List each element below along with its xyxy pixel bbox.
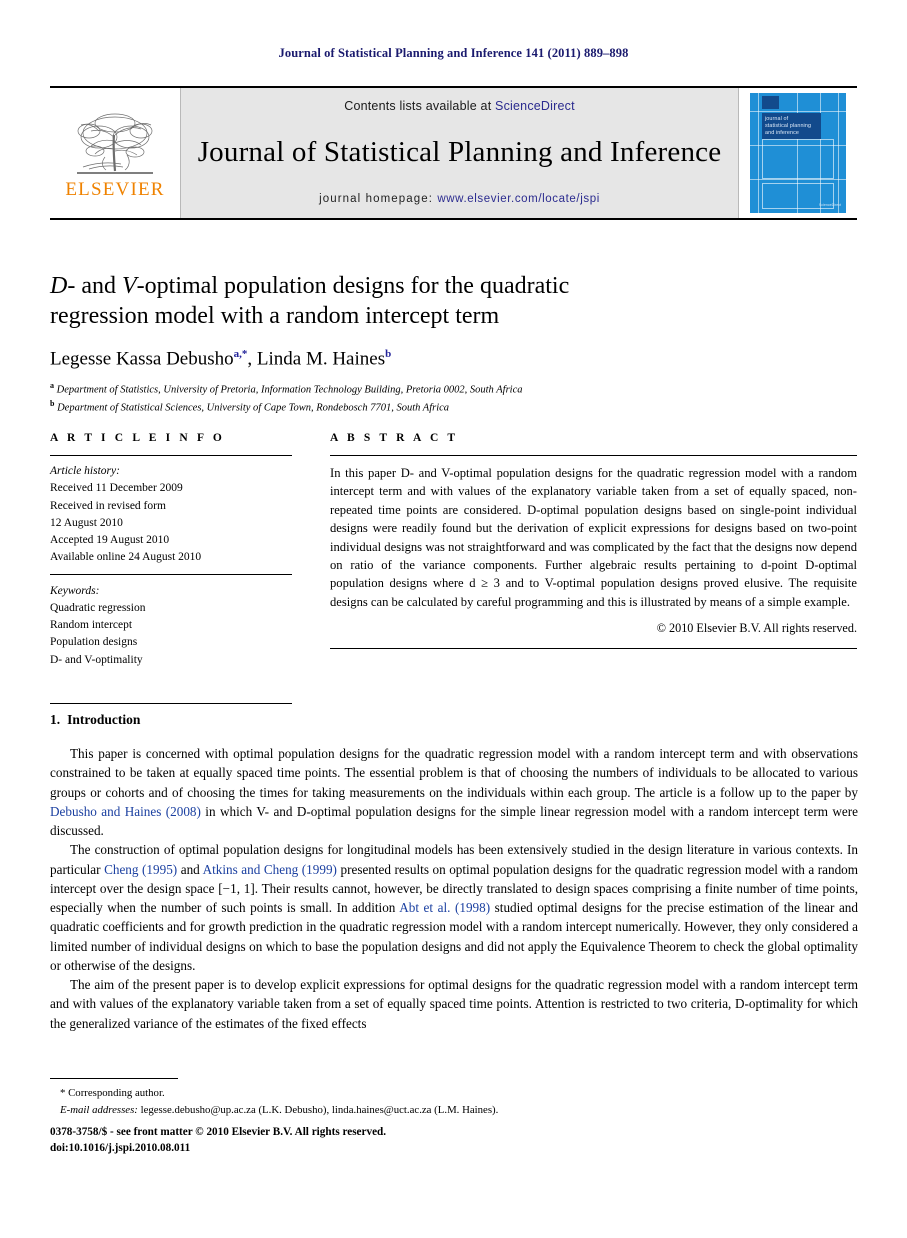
introduction-number: 1. bbox=[50, 712, 61, 727]
contents-prefix-text: Contents lists available at bbox=[344, 99, 496, 113]
abstract-column: A B S T R A C T In this paper D- and V-o… bbox=[330, 432, 857, 704]
title-segment-2: -optimal population designs for the quad… bbox=[136, 273, 570, 299]
keyword-item: Population designs bbox=[50, 636, 138, 649]
abstract-heading: A B S T R A C T bbox=[330, 432, 459, 444]
article-info-bottom-rule bbox=[50, 702, 292, 704]
author-name-1[interactable]: Legesse Kassa Debusho bbox=[50, 348, 234, 369]
journal-cover-art: journal of statistical planning and infe… bbox=[750, 93, 846, 213]
masthead-center-panel: Contents lists available at ScienceDirec… bbox=[181, 88, 738, 218]
affiliation-mark-b: b bbox=[50, 399, 55, 409]
article-history-item: Received in revised form bbox=[50, 499, 166, 512]
keyword-item: D- and V-optimality bbox=[50, 653, 143, 666]
article-history: Article history: Received 11 December 20… bbox=[50, 456, 292, 574]
journal-masthead: ELSEVIER Contents lists available at Sci… bbox=[50, 86, 857, 220]
affiliation-list: a Department of Statistics, University o… bbox=[50, 380, 750, 417]
citation-debusho-haines-2008[interactable]: Debusho and Haines (2008) bbox=[50, 804, 201, 819]
introduction-paragraph-3: The aim of the present paper is to devel… bbox=[50, 977, 858, 1031]
article-info-column: A R T I C L E I N F O Article history: R… bbox=[50, 432, 292, 704]
title-italic-d: D bbox=[50, 273, 68, 299]
affiliation-item: b Department of Statistical Sciences, Un… bbox=[50, 398, 750, 416]
email-addresses-text[interactable]: legesse.debusho@up.ac.za (L.K. Debusho),… bbox=[138, 1104, 499, 1116]
journal-homepage-link[interactable]: www.elsevier.com/locate/jspi bbox=[437, 193, 600, 205]
article-history-item: Received 11 December 2009 bbox=[50, 482, 183, 495]
citation-atkins-cheng-1999[interactable]: Atkins and Cheng (1999) bbox=[203, 862, 337, 877]
abstract-text: In this paper D- and V-optimal populatio… bbox=[330, 466, 857, 609]
elsevier-logo: ELSEVIER bbox=[50, 88, 181, 218]
affiliation-mark-a: a bbox=[50, 380, 54, 390]
issn-copyright-line: 0378-3758/$ - see front matter © 2010 El… bbox=[50, 1126, 387, 1138]
title-block: D- and V-optimal population designs for … bbox=[50, 272, 750, 416]
author-name-2[interactable]: Linda M. Haines bbox=[257, 348, 385, 369]
abstract-bottom-rule bbox=[330, 648, 857, 649]
author-separator: , bbox=[247, 347, 257, 369]
homepage-prefix-text: journal homepage: bbox=[319, 192, 438, 205]
affiliation-text-b: Department of Statistical Sciences, Univ… bbox=[57, 402, 450, 414]
introduction-paragraph-1: This paper is concerned with optimal pop… bbox=[50, 744, 858, 840]
info-abstract-section: A R T I C L E I N F O Article history: R… bbox=[50, 432, 857, 704]
elsevier-tree-icon bbox=[69, 107, 161, 179]
cover-title-line3: and inference bbox=[765, 130, 799, 137]
author-mark-1: a,* bbox=[233, 347, 248, 360]
footnote-rule bbox=[50, 1078, 178, 1079]
keyword-item: Quadratic regression bbox=[50, 601, 146, 614]
author-mark-2: b bbox=[385, 347, 392, 360]
introduction-section: 1. Introduction This paper is concerned w… bbox=[50, 712, 858, 1033]
introduction-paragraph-2: The construction of optimal population d… bbox=[50, 840, 858, 975]
affiliation-item: a Department of Statistics, University o… bbox=[50, 380, 750, 398]
email-addresses-label: E-mail addresses: bbox=[60, 1103, 138, 1116]
article-history-item: Available online 24 August 2010 bbox=[50, 551, 202, 564]
keywords-block: Keywords: Quadratic regression Random in… bbox=[50, 575, 292, 669]
journal-homepage-line: journal homepage: www.elsevier.com/locat… bbox=[319, 193, 600, 205]
title-segment-1: - and bbox=[67, 273, 122, 299]
cover-title-line2: statistical planning bbox=[765, 123, 812, 130]
article-history-item: 12 August 2010 bbox=[50, 516, 123, 529]
article-info-heading: A R T I C L E I N F O bbox=[50, 432, 225, 444]
cover-title-line1: journal of bbox=[765, 116, 789, 122]
elsevier-wordmark: ELSEVIER bbox=[65, 179, 165, 200]
article-history-label: Article history: bbox=[50, 465, 120, 477]
journal-title: Journal of Statistical Planning and Infe… bbox=[197, 136, 722, 169]
running-head: Journal of Statistical Planning and Infe… bbox=[278, 46, 629, 60]
contents-available-line: Contents lists available at ScienceDirec… bbox=[344, 99, 575, 113]
citation-abt-et-al-1998[interactable]: Abt et al. (1998) bbox=[399, 900, 490, 915]
sciencedirect-link[interactable]: ScienceDirect bbox=[495, 99, 575, 113]
title-italic-v: V bbox=[122, 273, 137, 299]
doi-line[interactable]: doi:10.1016/j.jspi.2010.08.011 bbox=[50, 1140, 750, 1156]
keywords-spacer bbox=[50, 669, 292, 703]
intro-p2-mid1: and bbox=[177, 861, 203, 877]
keyword-item: Random intercept bbox=[50, 619, 133, 631]
email-addresses-note: E-mail addresses: legesse.debusho@up.ac.… bbox=[50, 1102, 750, 1119]
cover-sciencedirect-mark: ScienceDirect bbox=[818, 203, 841, 208]
page-footer: 0378-3758/$ - see front matter © 2010 El… bbox=[50, 1124, 750, 1156]
paper-page: Journal of Statistical Planning and Infe… bbox=[0, 0, 907, 1238]
introduction-heading: 1. Introduction bbox=[50, 712, 858, 728]
keywords-label: Keywords: bbox=[50, 584, 100, 597]
corresponding-author-note: * Corresponding author. bbox=[60, 1087, 165, 1099]
page-title: D- and V-optimal population designs for … bbox=[50, 272, 750, 332]
title-line-2: regression model with a random intercept… bbox=[50, 302, 500, 329]
footnote-block: * Corresponding author. E-mail addresses… bbox=[50, 1078, 750, 1118]
author-list: Legesse Kassa Debushoa,*, Linda M. Haine… bbox=[50, 348, 750, 371]
citation-cheng-1995[interactable]: Cheng (1995) bbox=[104, 862, 177, 877]
intro-p1-pre: This paper is concerned with optimal pop… bbox=[50, 746, 858, 800]
abstract-copyright: © 2010 Elsevier B.V. All rights reserved… bbox=[656, 621, 857, 635]
article-history-item: Accepted 19 August 2010 bbox=[50, 534, 170, 546]
introduction-heading-label: Introduction bbox=[67, 712, 141, 727]
affiliation-text-a: Department of Statistics, University of … bbox=[56, 384, 523, 396]
journal-cover-thumbnail[interactable]: journal of statistical planning and infe… bbox=[738, 88, 857, 218]
